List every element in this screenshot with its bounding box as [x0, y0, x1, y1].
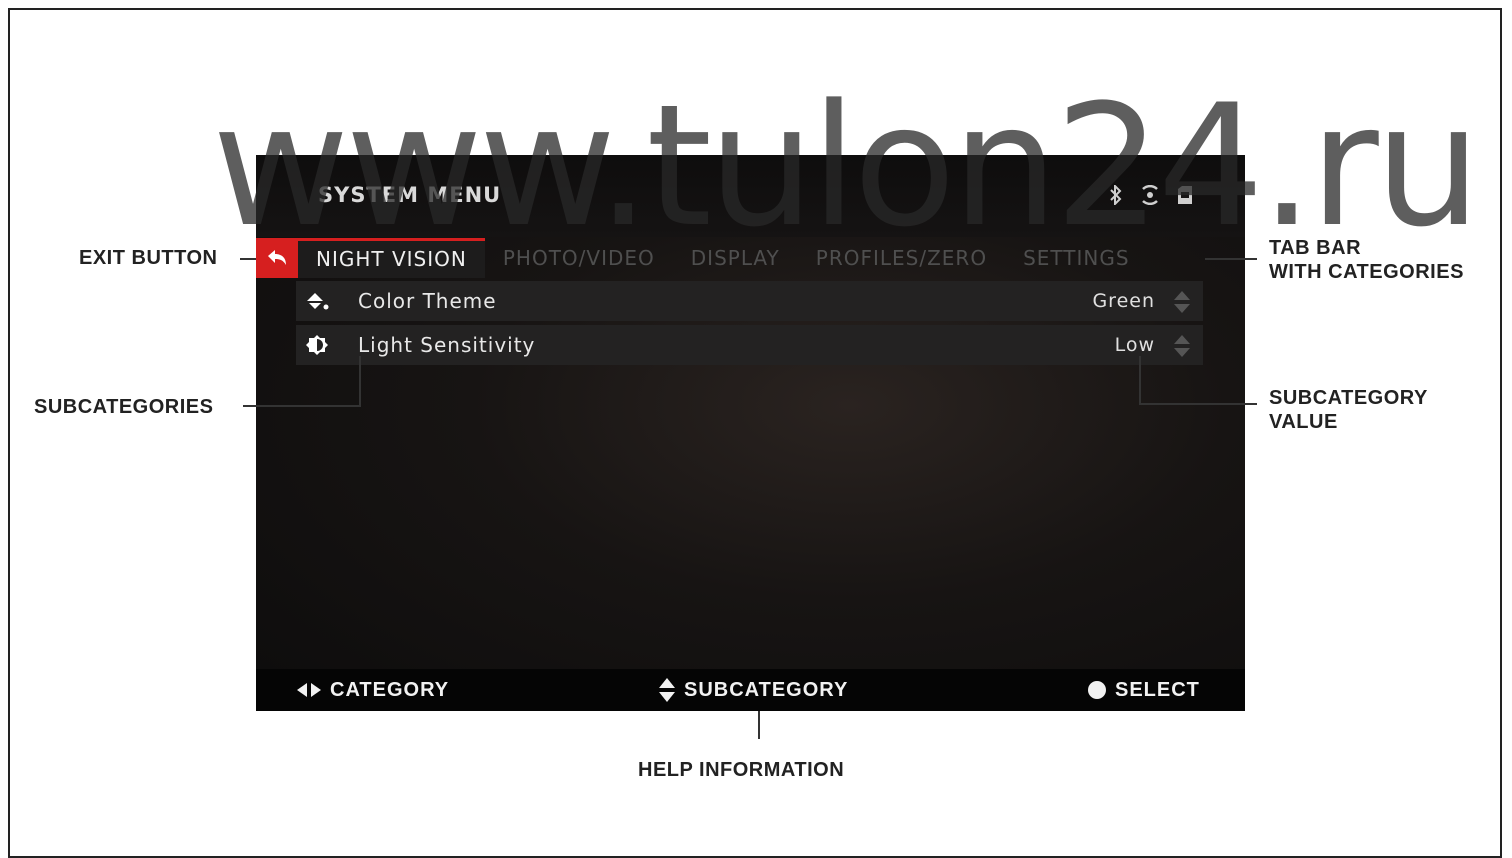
tab-photo-video[interactable]: PHOTO/VIDEO — [485, 238, 673, 278]
callout-tab-bar-line1: TAB BAR — [1269, 237, 1362, 259]
callout-exit-button: EXIT BUTTON — [79, 247, 218, 269]
subcategory-value: Green — [1092, 290, 1155, 312]
subcategory-color-theme[interactable]: Color Theme Green — [296, 281, 1203, 321]
callout-line-exit — [240, 258, 256, 260]
up-down-arrows-icon[interactable] — [1171, 333, 1193, 359]
help-subcategory-label: SUBCATEGORY — [684, 678, 849, 701]
tab-display[interactable]: DISPLAY — [673, 238, 798, 278]
callout-tab-bar-line2: WITH CATEGORIES — [1269, 261, 1464, 283]
exit-button[interactable] — [256, 238, 298, 278]
callout-line-value-v — [1139, 356, 1141, 405]
subcategory-list: Color Theme Green Light Sensitivity Low — [296, 281, 1203, 369]
help-select: SELECT — [1087, 669, 1200, 711]
tab-profiles-zero[interactable]: PROFILES/ZERO — [798, 238, 1005, 278]
callout-line-help — [758, 711, 760, 739]
help-subcategory: SUBCATEGORY — [658, 669, 848, 711]
callout-line-subcat-v — [359, 356, 361, 407]
help-category: CATEGORY — [296, 669, 449, 711]
help-bar: CATEGORY SUBCATEGORY SELECT — [256, 669, 1245, 711]
system-menu-title: SYSTEM MENU — [318, 183, 502, 207]
callout-help-information: HELP INFORMATION — [638, 759, 845, 781]
subcategory-label: Color Theme — [358, 289, 497, 313]
device-screen: SYSTEM MENU NIGHT VISION PHOTO/VIDEO DIS… — [256, 155, 1245, 711]
callout-subcategory-value-line2: VALUE — [1269, 411, 1338, 433]
callout-subcategories: SUBCATEGORIES — [34, 396, 214, 418]
callout-line-tabbar — [1205, 258, 1257, 260]
subcategory-value: Low — [1114, 334, 1155, 356]
left-right-arrows-icon — [297, 683, 321, 697]
help-category-label: CATEGORY — [330, 678, 450, 701]
up-down-arrows-icon[interactable] — [1171, 289, 1193, 315]
callout-line-subcat-h — [243, 405, 361, 407]
bluetooth-icon — [1109, 183, 1123, 209]
sd-card-icon — [1177, 185, 1193, 209]
tab-night-vision[interactable]: NIGHT VISION — [298, 238, 485, 278]
wifi-icon — [1139, 184, 1161, 209]
subcategory-label: Light Sensitivity — [358, 333, 536, 357]
back-arrow-icon — [268, 250, 286, 265]
callout-subcategory-value-line1: SUBCATEGORY — [1269, 387, 1428, 409]
brightness-icon — [306, 335, 328, 355]
screen-header: SYSTEM MENU — [256, 155, 1245, 237]
status-icons — [1109, 183, 1193, 209]
up-down-arrows-icon — [659, 678, 675, 702]
subcategory-light-sensitivity[interactable]: Light Sensitivity Low — [296, 325, 1203, 365]
callout-line-value-h — [1140, 403, 1257, 405]
help-select-label: SELECT — [1115, 678, 1200, 701]
tab-settings[interactable]: SETTINGS — [1005, 238, 1147, 278]
tab-bar: NIGHT VISION PHOTO/VIDEO DISPLAY PROFILE… — [298, 238, 1148, 278]
paint-bucket-icon — [307, 293, 329, 310]
select-dot-icon — [1088, 681, 1106, 699]
